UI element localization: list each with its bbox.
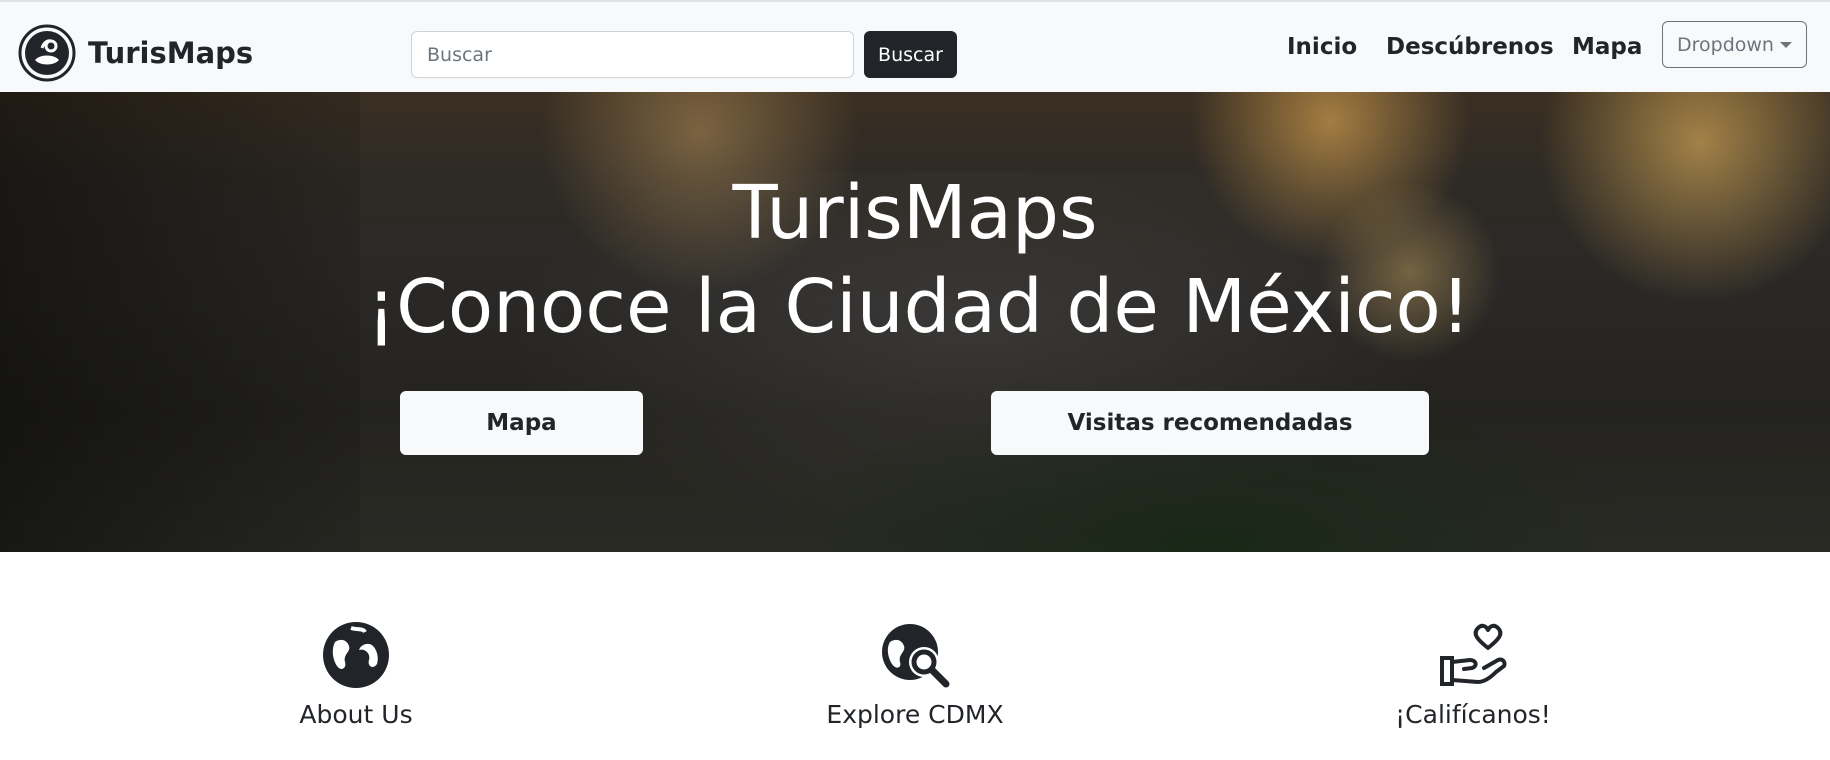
nav-link-mapa[interactable]: Mapa: [1572, 34, 1642, 60]
feature-about-us: About Us: [176, 620, 536, 729]
globe-search-icon: [882, 624, 950, 688]
caret-down-icon: [1779, 41, 1792, 48]
feature-rate-us: ¡Califícanos!: [1293, 620, 1653, 729]
hand-heart-icon: [1440, 623, 1507, 686]
feature-rate-us-title: ¡Califícanos!: [1395, 700, 1551, 729]
hero-recommended-visits-button[interactable]: Visitas recomendadas: [991, 391, 1429, 455]
hero-map-button[interactable]: Mapa: [400, 391, 643, 455]
navbar: TurisMaps Buscar Inicio Descúbrenos Mapa…: [0, 0, 1830, 92]
feature-about-us-title: About Us: [299, 700, 413, 729]
brand-name: TurisMaps: [88, 36, 254, 70]
turismaps-logo-icon: [18, 24, 76, 82]
hero-banner: TurisMaps ¡Conoce la Ciudad de México! M…: [0, 92, 1830, 552]
feature-explore-cdmx: Explore CDMX: [735, 620, 1095, 729]
dropdown-button[interactable]: Dropdown: [1662, 21, 1807, 68]
hero-subtitle: ¡Conoce la Ciudad de México!: [366, 264, 1471, 350]
search-button[interactable]: Buscar: [864, 31, 957, 78]
nav-link-descubrenos[interactable]: Descúbrenos: [1386, 34, 1554, 60]
search-input[interactable]: [411, 31, 854, 78]
nav-link-inicio[interactable]: Inicio: [1287, 34, 1357, 60]
globe-icon: [323, 622, 389, 688]
hero-title: TurisMaps: [732, 170, 1098, 256]
feature-explore-cdmx-title: Explore CDMX: [826, 700, 1004, 729]
brand[interactable]: TurisMaps: [18, 24, 253, 82]
dropdown-label: Dropdown: [1677, 33, 1774, 56]
